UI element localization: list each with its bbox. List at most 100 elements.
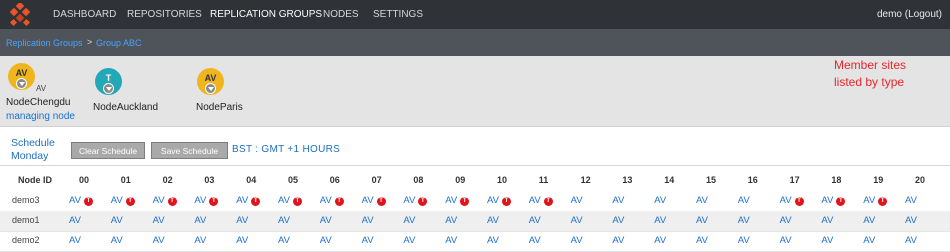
schedule-cell[interactable]: AV T: [529, 195, 553, 206]
schedule-cell[interactable]: AV: [194, 215, 206, 226]
schedule-cell[interactable]: AV: [403, 215, 415, 226]
schedule-cell[interactable]: AV T: [153, 195, 177, 206]
schedule-cell[interactable]: AV: [696, 235, 708, 246]
schedule-cell-type: AV: [69, 215, 81, 226]
table-row: demo2 AV AV AV AV AV AV AV AV AV AV AV AV AV AV AV AV AV A…: [0, 231, 950, 251]
schedule-cell[interactable]: AV T: [278, 195, 302, 206]
schedule-cell[interactable]: AV: [445, 215, 457, 226]
schedule-cell[interactable]: AV T: [780, 195, 804, 206]
schedule-cell[interactable]: AV: [487, 215, 499, 226]
nav-repositories[interactable]: REPOSITORIES: [127, 0, 202, 29]
schedule-cell[interactable]: AV: [445, 235, 457, 246]
schedule-cell[interactable]: AV T: [69, 195, 93, 206]
schedule-cell[interactable]: AV: [905, 215, 917, 226]
schedule-cell[interactable]: AV: [821, 235, 833, 246]
schedule-cell[interactable]: AV: [905, 235, 917, 246]
schedule-cell[interactable]: AV: [780, 215, 792, 226]
schedule-cell[interactable]: AV T: [487, 195, 511, 206]
schedule-cell[interactable]: AV: [612, 195, 624, 206]
schedule-cell[interactable]: AV: [320, 215, 332, 226]
schedule-cell[interactable]: AV: [738, 215, 750, 226]
schedule-cell[interactable]: AV: [153, 235, 165, 246]
nav-nodes[interactable]: NODES: [323, 0, 359, 29]
schedule-cell-type: AV: [445, 195, 458, 206]
schedule-cell-type: AV: [905, 195, 917, 206]
schedule-cell[interactable]: AV: [696, 215, 708, 226]
schedule-cell[interactable]: AV T: [362, 195, 386, 206]
schedule-cell[interactable]: AV: [111, 235, 123, 246]
clear-schedule-button[interactable]: Clear Schedule: [71, 142, 145, 159]
schedule-cell-type: AV: [361, 235, 374, 246]
node-chengdu-avatar[interactable]: AV: [8, 63, 35, 90]
schedule-cell[interactable]: AV: [780, 235, 792, 246]
managing-node-label: managing node: [6, 111, 75, 122]
schedule-cell[interactable]: AV: [571, 215, 583, 226]
table-row: demo1 AV AV AV AV AV AV AV AV AV AV AV AV AV AV AV AV AV A…: [0, 211, 950, 231]
schedule-cell[interactable]: AV: [69, 215, 81, 226]
schedule-cell[interactable]: AV: [194, 235, 206, 246]
schedule-cell-type: AV: [487, 195, 499, 206]
schedule-cell[interactable]: AV T: [236, 195, 261, 206]
schedule-cell[interactable]: AV: [571, 235, 583, 246]
schedule-cell[interactable]: AV: [320, 235, 332, 246]
schedule-cell[interactable]: AV T: [863, 195, 888, 206]
schedule-cell[interactable]: AV: [278, 215, 290, 226]
node-auckland-avatar[interactable]: T: [95, 68, 122, 95]
schedule-cell[interactable]: AV: [278, 235, 290, 246]
schedule-cell[interactable]: AV T: [445, 195, 470, 206]
schedule-cell-type: AV: [612, 235, 625, 246]
schedule-cell-type: AV: [612, 215, 625, 226]
node-paris-avatar[interactable]: AV: [197, 68, 224, 95]
column-header-hour: 00: [79, 175, 90, 185]
schedule-cell[interactable]: AV T: [194, 195, 219, 206]
schedule-cell[interactable]: AV: [236, 235, 248, 246]
app-logo-icon[interactable]: [6, 3, 34, 27]
schedule-cell[interactable]: AV T: [111, 195, 135, 206]
schedule-cell[interactable]: AV T: [403, 195, 428, 206]
dropdown-arrow-icon[interactable]: [16, 78, 27, 89]
schedule-cell[interactable]: AV: [612, 215, 624, 226]
schedule-cell[interactable]: AV: [863, 215, 875, 226]
schedule-cell[interactable]: AV: [612, 235, 624, 246]
breadcrumb-separator: >: [87, 37, 93, 47]
schedule-cell-type: AV: [737, 195, 750, 206]
schedule-cell[interactable]: AV: [696, 195, 708, 206]
column-header-hour: 02: [162, 175, 173, 185]
schedule-cell[interactable]: AV: [153, 215, 165, 226]
schedule-cell[interactable]: AV: [863, 235, 875, 246]
transfer-badge-icon: T: [418, 197, 428, 206]
schedule-cell[interactable]: AV: [821, 215, 833, 226]
breadcrumb-current-group[interactable]: Group ABC: [96, 38, 142, 48]
schedule-cell[interactable]: AV: [529, 235, 541, 246]
schedule-cell[interactable]: AV: [362, 215, 374, 226]
breadcrumb-replication-groups[interactable]: Replication Groups: [6, 38, 83, 48]
dropdown-arrow-icon[interactable]: [103, 83, 114, 94]
schedule-cell[interactable]: AV: [654, 195, 666, 206]
schedule-cell[interactable]: AV: [654, 235, 666, 246]
user-logout-link[interactable]: demo (Logout): [877, 0, 942, 29]
schedule-cell[interactable]: AV T: [320, 195, 344, 206]
nav-settings[interactable]: SETTINGS: [373, 0, 423, 29]
schedule-cell[interactable]: AV: [69, 235, 81, 246]
schedule-cell-type: AV: [528, 235, 541, 246]
schedule-cell[interactable]: AV: [654, 215, 666, 226]
schedule-cell[interactable]: AV: [236, 215, 248, 226]
schedule-cell[interactable]: AV: [111, 215, 123, 226]
schedule-cell[interactable]: AV: [738, 195, 750, 206]
save-schedule-button[interactable]: Save Schedule: [151, 142, 228, 159]
schedule-cell[interactable]: AV: [529, 215, 541, 226]
schedule-cell-type: AV: [194, 235, 207, 246]
schedule-cell[interactable]: AV: [738, 235, 750, 246]
schedule-cell[interactable]: AV: [905, 195, 917, 206]
schedule-cell[interactable]: AV: [571, 195, 583, 206]
schedule-cell[interactable]: AV: [362, 235, 374, 246]
schedule-cell-type: AV: [278, 235, 290, 246]
schedule-cell[interactable]: AV T: [821, 195, 846, 206]
schedule-cell[interactable]: AV: [487, 235, 499, 246]
nav-replication-groups[interactable]: REPLICATION GROUPS: [210, 0, 322, 29]
schedule-cell-type: AV: [69, 195, 81, 206]
transfer-badge-icon: T: [292, 197, 302, 206]
schedule-cell[interactable]: AV: [403, 235, 415, 246]
dropdown-arrow-icon[interactable]: [205, 83, 216, 94]
nav-dashboard[interactable]: DASHBOARD: [53, 0, 116, 29]
